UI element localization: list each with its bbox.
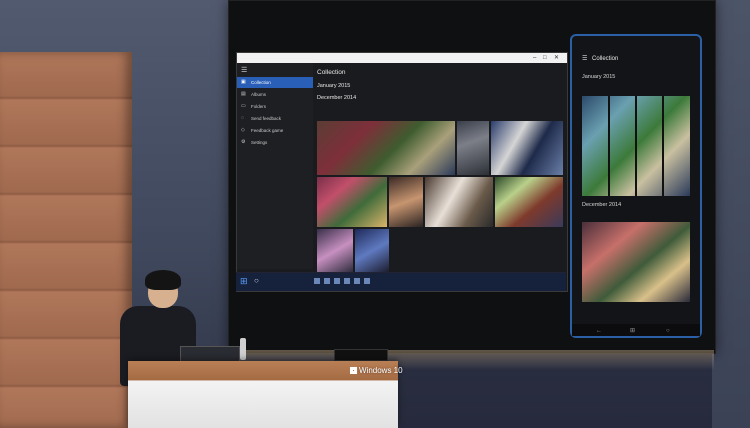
wood-panel (0, 52, 132, 428)
desktop-photos-window: – □ ✕ ☰ ▣ Collection ▤ Albums ▭ Folders … (236, 52, 568, 292)
hamburger-menu-icon[interactable]: ☰ (582, 55, 587, 62)
taskbar-app-icon[interactable] (314, 278, 320, 284)
phone-photo-grid-january[interactable] (582, 96, 690, 196)
taskbar-app-icon[interactable] (344, 278, 350, 284)
presenter-hair (145, 270, 181, 290)
month-header-december: December 2014 (317, 95, 357, 101)
phone-month-december: December 2014 (582, 202, 622, 208)
feedback-icon: ◌ (241, 115, 244, 121)
laptop (334, 349, 388, 361)
photo-tile[interactable] (317, 121, 455, 175)
phone-photos-app: ☰ Collection January 2015 December 2014 … (570, 34, 702, 338)
nav-item-label: Collection (251, 80, 271, 85)
search-icon[interactable]: ○ (666, 328, 670, 334)
albums-icon: ▤ (241, 91, 246, 97)
nav-item-label: Folders (251, 104, 267, 109)
back-icon[interactable]: ← (596, 328, 602, 334)
window-minimize-icon[interactable]: – (533, 54, 536, 62)
collection-icon: ▣ (241, 79, 246, 85)
photo-tile[interactable] (495, 177, 563, 227)
nav-item-label: Albums (251, 92, 267, 97)
phone-nav-bar: ← ⊞ ○ (572, 324, 700, 336)
keynote-scene: – □ ✕ ☰ ▣ Collection ▤ Albums ▭ Folders … (0, 0, 750, 428)
taskbar-app-icon[interactable] (354, 278, 360, 284)
nav-item-label: Settings (251, 140, 268, 145)
nav-item-settings[interactable]: ⚙ Settings (237, 137, 313, 148)
phone-month-january: January 2015 (582, 74, 616, 80)
windows-start-icon[interactable]: ⊞ (240, 276, 250, 286)
photo-tile[interactable] (425, 177, 493, 227)
content-title: Collection (317, 69, 346, 76)
nav-item-feedback-game[interactable]: ◇ Feedback game (237, 125, 313, 136)
microphone (240, 338, 246, 360)
window-close-icon[interactable]: ✕ (554, 54, 559, 62)
app-nav-pane: ☰ ▣ Collection ▤ Albums ▭ Folders ◌ Send… (237, 63, 313, 269)
windows-taskbar: ⊞ ○ (236, 272, 566, 291)
lectern-logo-text: Windows 10 (359, 366, 403, 375)
windows-start-icon[interactable]: ⊞ (630, 327, 635, 334)
game-icon: ◇ (241, 127, 245, 133)
photo-tile[interactable] (457, 121, 489, 175)
photo-tile[interactable] (389, 177, 423, 227)
photo-grid (317, 121, 565, 273)
laptop (180, 346, 240, 362)
gear-icon: ⚙ (241, 139, 246, 145)
folder-icon: ▭ (241, 103, 246, 109)
phone-title: Collection (592, 56, 619, 62)
window-maximize-icon[interactable]: □ (543, 54, 547, 62)
phone-photo-grid-december[interactable] (582, 222, 690, 302)
photo-tile[interactable] (317, 177, 387, 227)
taskbar-app-icon[interactable] (334, 278, 340, 284)
taskbar-app-icon[interactable] (364, 278, 370, 284)
search-icon[interactable]: ○ (254, 276, 264, 286)
windows-logo-icon (350, 367, 357, 374)
nav-item-albums[interactable]: ▤ Albums (237, 89, 313, 100)
nav-item-collection[interactable]: ▣ Collection (237, 77, 313, 88)
right-wall (712, 0, 750, 428)
photo-tile[interactable] (491, 121, 563, 175)
lectern-logo: Windows 10 (350, 366, 403, 375)
photo-tile[interactable] (317, 229, 353, 273)
nav-item-send-feedback[interactable]: ◌ Send feedback (237, 113, 313, 124)
taskbar-app-icon[interactable] (324, 278, 330, 284)
nav-item-label: Send feedback (251, 116, 282, 121)
hamburger-menu-icon[interactable]: ☰ (241, 66, 247, 74)
window-titlebar: – □ ✕ (237, 53, 567, 63)
photo-tile[interactable] (355, 229, 389, 273)
nav-item-folders[interactable]: ▭ Folders (237, 101, 313, 112)
month-header-january: January 2015 (317, 83, 351, 89)
nav-item-label: Feedback game (251, 128, 284, 133)
